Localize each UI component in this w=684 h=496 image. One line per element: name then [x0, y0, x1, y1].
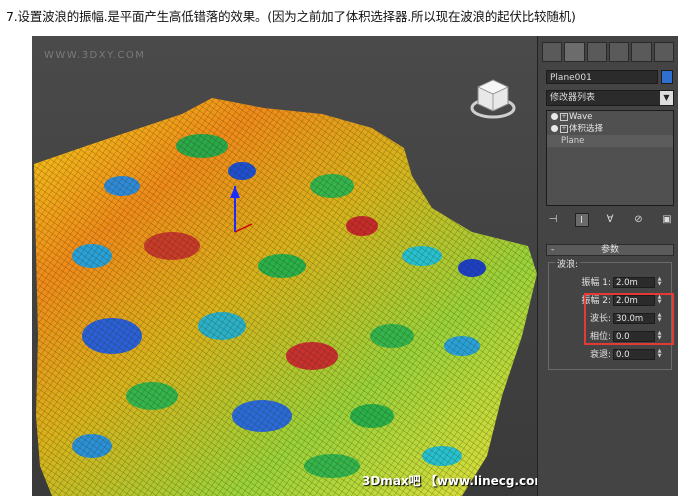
watermark-top: WWW.3DXY.COM [44, 50, 146, 61]
hierarchy-tab-icon[interactable] [586, 42, 607, 62]
amplitude-1-input[interactable]: 2.0m [613, 277, 655, 288]
expand-icon[interactable]: + [560, 113, 568, 121]
remove-modifier-icon[interactable]: ⊘ [632, 213, 646, 227]
display-tab-icon[interactable] [631, 42, 652, 62]
expand-icon[interactable]: + [560, 125, 568, 133]
chevron-down-icon: ▼ [660, 91, 673, 105]
create-tab-icon[interactable] [542, 42, 563, 62]
lightbulb-icon[interactable] [551, 125, 558, 132]
viewcube-icon[interactable] [470, 76, 516, 122]
group-label: 波浪: [555, 257, 581, 270]
stack-item-plane[interactable]: Plane [547, 135, 673, 147]
stack-toolbar: ⊣ Ⅰ ∀ ⊘ ▣ [546, 212, 674, 228]
show-end-result-icon[interactable]: Ⅰ [574, 213, 589, 227]
modifier-list-dropdown[interactable]: 修改器列表 ▼ [546, 90, 674, 106]
rollout-header[interactable]: - 参数 [546, 244, 674, 256]
command-panel-tabs [542, 42, 674, 62]
command-panel: Plane001 修改器列表 ▼ + Wave + 体积选择 Plane ⊣ Ⅰ [538, 36, 678, 496]
object-name-field[interactable]: Plane001 [546, 70, 658, 84]
decay-input[interactable]: 0.0 [613, 349, 655, 360]
watermark-bottom: 3Dmax吧 【www.linecg.com/tieba/1771】 [362, 474, 537, 488]
wave-group: 波浪: 振幅 1: 2.0m ▲ ▼ 振幅 2: 2.0m ▲ ▼ 波长: 30.0… [548, 257, 674, 370]
modifier-list-label: 修改器列表 [550, 93, 596, 103]
pin-stack-icon[interactable]: ⊣ [546, 213, 560, 227]
3dsmax-screenshot: WWW.3DXY.COM 3Dmax吧 【www.linecg.com/tieb… [32, 36, 678, 496]
param-amplitude-1: 振幅 1: 2.0m ▲ ▼ [581, 276, 663, 288]
parameters-rollout: - 参数 波浪: 振幅 1: 2.0m ▲ ▼ 振幅 2: 2.0m ▲ ▼ 波长:… [546, 244, 674, 374]
stack-item-wave[interactable]: + Wave [547, 111, 673, 123]
spinner-icon[interactable]: ▲ ▼ [656, 277, 663, 288]
perspective-viewport[interactable]: WWW.3DXY.COM 3Dmax吧 【www.linecg.com/tieb… [32, 36, 538, 496]
spinner-icon[interactable]: ▲ ▼ [656, 349, 663, 360]
collapse-icon: - [551, 245, 555, 255]
make-unique-icon[interactable]: ∀ [603, 213, 617, 227]
modify-tab-icon[interactable] [564, 42, 585, 62]
highlight-box [584, 293, 674, 345]
object-color-swatch[interactable] [661, 70, 673, 84]
motion-tab-icon[interactable] [608, 42, 630, 62]
stack-item-volume-select[interactable]: + 体积选择 [547, 123, 673, 135]
utilities-tab-icon[interactable] [653, 42, 674, 62]
param-decay: 衰退: 0.0 ▲ ▼ [589, 348, 663, 360]
modifier-stack: + Wave + 体积选择 Plane [546, 110, 674, 206]
wave-mesh-render [34, 98, 537, 496]
configure-sets-icon[interactable]: ▣ [660, 213, 674, 227]
lightbulb-icon[interactable] [551, 113, 558, 120]
tutorial-caption: 7.设置波浪的振幅.是平面产生高低错落的效果。(因为之前加了体积选择器.所以现在… [6, 9, 576, 24]
